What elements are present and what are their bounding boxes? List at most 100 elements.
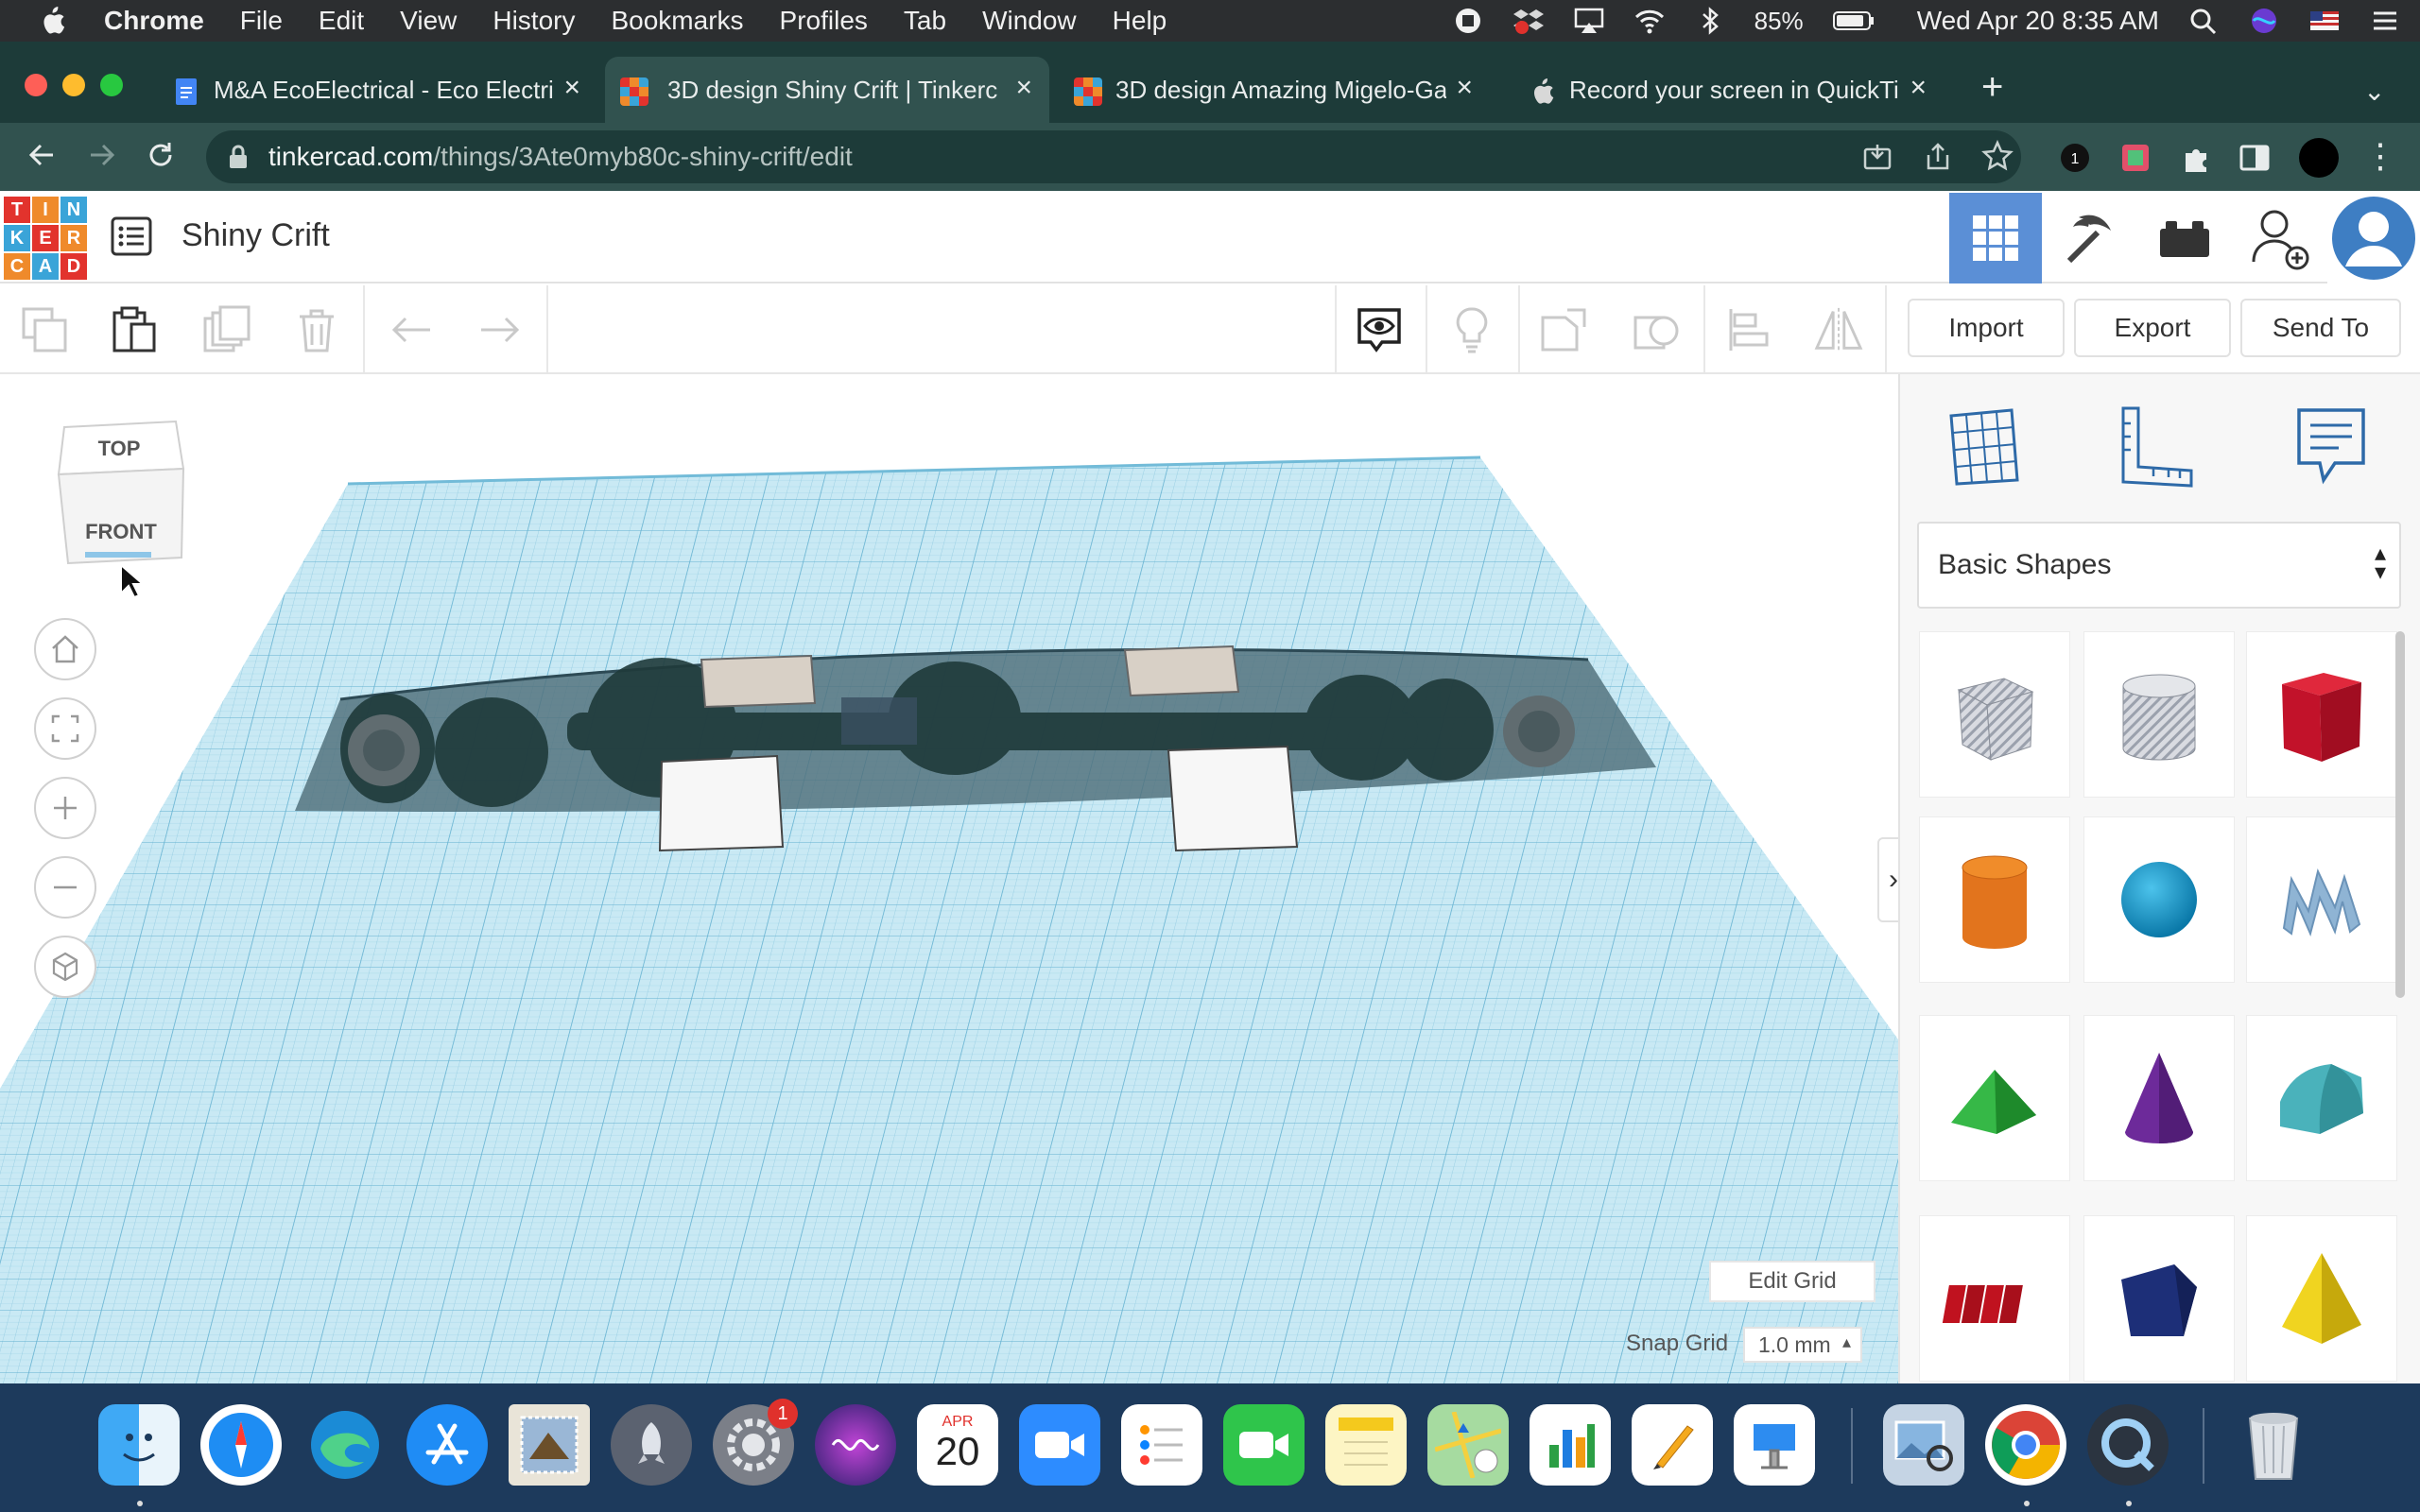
menu-help[interactable]: Help (1113, 6, 1167, 36)
side-panel-icon[interactable] (2238, 142, 2271, 174)
new-tab-button[interactable]: + (1981, 68, 2003, 106)
tab-close-icon[interactable]: × (1456, 72, 1473, 104)
siri-icon[interactable] (2248, 7, 2280, 35)
input-source-flag-icon[interactable] (2308, 7, 2341, 35)
view-cube[interactable]: TOP FRONT (57, 416, 189, 576)
shape-sphere[interactable] (2083, 816, 2235, 983)
redo-button[interactable] (475, 304, 526, 355)
shape-roof[interactable] (1919, 1015, 2070, 1181)
shape-cone[interactable] (2083, 1015, 2235, 1181)
dock-trash[interactable] (2233, 1404, 2314, 1486)
dock-zoom[interactable] (1019, 1404, 1100, 1486)
shape-library-select[interactable]: Basic Shapes ▴ ▾ (1917, 522, 2401, 609)
dock-preview[interactable] (1883, 1404, 1964, 1486)
copy-button[interactable] (19, 304, 70, 355)
dock-numbers[interactable] (1530, 1404, 1611, 1486)
password-extension-icon[interactable]: 1 (2059, 142, 2091, 174)
dock-safari[interactable] (200, 1404, 282, 1486)
show-all-button[interactable] (1354, 304, 1405, 355)
tab-amazing-migelo[interactable]: 3D design Amazing Migelo-Ga × (1074, 57, 1490, 123)
menu-file[interactable]: File (240, 6, 283, 36)
tab-search-chevron-icon[interactable]: ⌄ (2363, 76, 2385, 107)
undo-button[interactable] (386, 304, 437, 355)
zoom-out-button[interactable] (34, 856, 96, 919)
snap-grid-select[interactable]: 1.0 mm ▴ (1743, 1327, 1862, 1363)
apple-menu-icon[interactable] (38, 6, 66, 36)
shape-cylinder-hole[interactable] (2083, 631, 2235, 798)
profile-avatar[interactable] (2299, 138, 2339, 178)
bluetooth-icon[interactable] (1694, 7, 1726, 35)
tab-shiny-crift[interactable]: 3D design Shiny Crift | Tinkerc × (605, 57, 1049, 123)
airplay-icon[interactable] (1573, 7, 1605, 35)
dock-edge[interactable] (304, 1404, 386, 1486)
forward-button[interactable] (85, 138, 119, 180)
tab-quicktime[interactable]: Record your screen in QuickTim × (1528, 57, 1944, 123)
dock-chrome[interactable] (1985, 1404, 2066, 1486)
dock-reminders[interactable] (1121, 1404, 1202, 1486)
group-button[interactable] (1539, 304, 1590, 355)
dock-keynote[interactable] (1734, 1404, 1815, 1486)
send-to-button[interactable]: Send To (2240, 299, 2401, 357)
chrome-menu-icon[interactable]: ⋮ (2363, 136, 2397, 176)
dock-siri[interactable] (815, 1404, 896, 1486)
shape-scribble[interactable] (2246, 816, 2397, 983)
menu-tab[interactable]: Tab (904, 6, 946, 36)
menu-profiles[interactable]: Profiles (780, 6, 868, 36)
dock-facetime[interactable] (1223, 1404, 1305, 1486)
menu-bookmarks[interactable]: Bookmarks (611, 6, 743, 36)
viewcube-front-label[interactable]: FRONT (85, 520, 157, 543)
menu-history[interactable]: History (493, 6, 575, 36)
dock-mail[interactable] (509, 1404, 590, 1486)
ungroup-button[interactable] (1632, 304, 1683, 355)
shape-polygon[interactable] (2083, 1215, 2235, 1382)
import-button[interactable]: Import (1908, 299, 2065, 357)
mirror-button[interactable] (1813, 304, 1864, 355)
extensions-puzzle-icon[interactable] (2180, 142, 2212, 174)
screen-record-stop-icon[interactable] (1452, 7, 1484, 35)
menu-window[interactable]: Window (982, 6, 1077, 36)
tab-eco-electrical[interactable]: M&A EcoElectrical - Eco Electri × (172, 57, 597, 123)
dock-quicktime[interactable] (2087, 1404, 2169, 1486)
share-icon[interactable] (1923, 142, 1953, 172)
address-bar[interactable]: tinkercad.com/things/3Ate0myb80c-shiny-c… (206, 130, 2021, 183)
control-center-icon[interactable] (2369, 7, 2401, 35)
dock-app-store[interactable] (406, 1404, 488, 1486)
window-zoom-button[interactable] (100, 74, 123, 96)
tab-close-icon[interactable]: × (1910, 72, 1927, 104)
dock-pages[interactable] (1632, 1404, 1713, 1486)
tinkercad-logo[interactable]: T I N K E R C A D (4, 197, 87, 280)
tab-close-icon[interactable]: × (563, 72, 580, 104)
wifi-icon[interactable] (1634, 7, 1666, 35)
home-view-button[interactable] (34, 618, 96, 680)
design-title[interactable]: Shiny Crift (182, 217, 330, 254)
perspective-toggle-button[interactable] (34, 936, 96, 998)
dock-notes[interactable] (1325, 1404, 1407, 1486)
delete-button[interactable] (291, 304, 342, 355)
dock-launchpad[interactable] (611, 1404, 692, 1486)
shape-text[interactable] (1919, 1215, 2070, 1382)
window-close-button[interactable] (25, 74, 47, 96)
user-avatar-button[interactable] (2327, 193, 2420, 284)
workplane-grid[interactable] (0, 374, 1898, 1383)
reload-button[interactable] (144, 138, 178, 180)
dock-maps[interactable] (1427, 1404, 1509, 1486)
bookmark-star-icon[interactable] (1981, 140, 2014, 172)
menu-view[interactable]: View (400, 6, 457, 36)
menu-app-name[interactable]: Chrome (104, 6, 204, 36)
dropbox-icon[interactable] (1512, 7, 1545, 35)
viewcube-top-label[interactable]: TOP (98, 437, 141, 460)
fit-view-button[interactable] (34, 697, 96, 760)
align-button[interactable] (1724, 304, 1775, 355)
paste-button[interactable] (108, 304, 159, 355)
ruler-tool-icon[interactable] (2112, 401, 2203, 491)
zoom-in-button[interactable] (34, 777, 96, 839)
lego-bricks-button[interactable] (2138, 193, 2231, 284)
menu-edit[interactable]: Edit (319, 6, 364, 36)
notes-tool-icon[interactable] (2286, 401, 2377, 491)
dock-finder[interactable] (98, 1404, 180, 1486)
edit-grid-button[interactable]: Edit Grid (1709, 1261, 1876, 1302)
design-list-icon[interactable] (110, 215, 153, 257)
export-button[interactable]: Export (2074, 299, 2231, 357)
back-button[interactable] (25, 138, 59, 180)
menubar-clock[interactable]: Wed Apr 20 8:35 AM (1917, 6, 2159, 36)
